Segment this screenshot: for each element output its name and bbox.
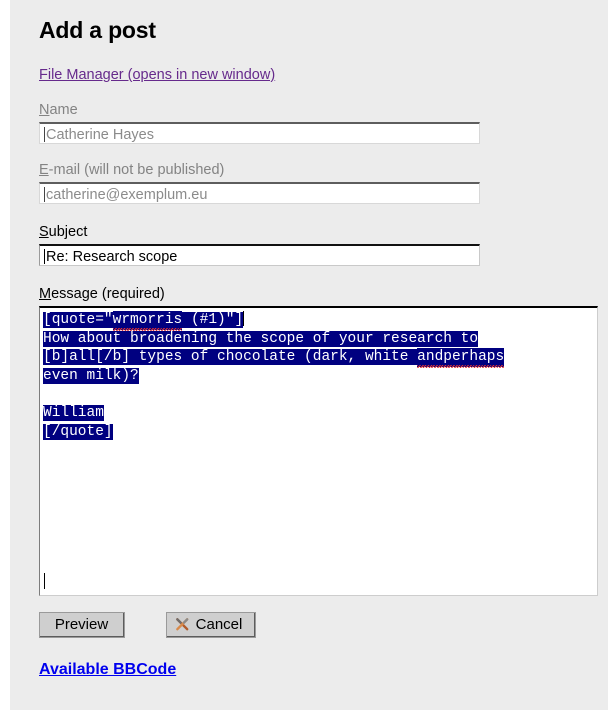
file-manager-link[interactable]: File Manager (opens in new window) xyxy=(39,67,275,83)
name-input-value: Catherine Hayes xyxy=(46,127,154,143)
message-line-1b-misspelled: wrmorris xyxy=(112,311,183,331)
email-input-value: catherine@exemplum.eu xyxy=(46,187,208,203)
subject-label-rest: ubject xyxy=(48,224,88,240)
name-label-rest: ame xyxy=(49,102,78,118)
message-line-2: How about broadening the scope of your r… xyxy=(43,330,479,347)
form-button-row: Preview Cancel xyxy=(39,612,608,640)
name-input-caret xyxy=(44,127,45,142)
message-line-1c: (#1)"] xyxy=(182,312,244,328)
message-textarea[interactable]: [quote="wrmorris (#1)"] How about broade… xyxy=(39,306,598,596)
email-label-rest: -mail (will not be published) xyxy=(48,162,225,178)
subject-label-accel: S xyxy=(39,224,49,240)
email-input-caret xyxy=(44,187,45,202)
message-label: Message (required) xyxy=(39,285,608,303)
page-title: Add a post xyxy=(39,17,156,43)
preview-button[interactable]: Preview xyxy=(39,612,125,638)
name-field-block: Name Catherine Hayes xyxy=(39,101,608,144)
cancel-button[interactable]: Cancel xyxy=(166,612,256,638)
message-line-3b-misspelled: andperhaps xyxy=(417,348,505,368)
email-label-accel: E xyxy=(39,162,49,178)
message-line-7: [/quote] xyxy=(43,423,113,440)
subject-label: Subject xyxy=(39,223,608,241)
message-line-6: William xyxy=(43,404,104,421)
message-label-accel: M xyxy=(39,286,52,302)
available-bbcode-link[interactable]: Available BBCode xyxy=(39,661,176,678)
preview-button-label: Preview xyxy=(54,616,109,633)
subject-input[interactable]: Re: Research scope xyxy=(39,244,480,266)
file-manager-row: File Manager (opens in new window) xyxy=(39,66,608,84)
message-field-block: Message (required) [quote="wrmorris (#1)… xyxy=(39,285,608,596)
crossed-tools-icon xyxy=(175,618,189,631)
left-gutter xyxy=(0,0,10,710)
message-textarea-content: [quote="wrmorris (#1)"] How about broade… xyxy=(43,311,597,441)
message-caret xyxy=(243,311,245,326)
message-line-3a: [b]all[/b] types of chocolate (dark, whi… xyxy=(43,349,418,366)
bbcode-row: Available BBCode xyxy=(39,660,608,680)
subject-field-block: Subject Re: Research scope xyxy=(39,223,608,266)
subject-input-caret xyxy=(44,249,45,264)
email-label: E-mail (will not be published) xyxy=(39,161,608,179)
message-line-4: even milk)? xyxy=(43,367,139,384)
email-field-block: E-mail (will not be published) catherine… xyxy=(39,161,608,204)
post-form-page: Add a post File Manager (opens in new wi… xyxy=(10,0,608,710)
message-textarea-bottom-caret xyxy=(44,573,45,589)
subject-input-value: Re: Research scope xyxy=(46,249,178,265)
name-label: Name xyxy=(39,101,608,119)
message-line-1a: [quote=" xyxy=(43,312,113,328)
cancel-button-label: Cancel xyxy=(195,616,243,633)
email-input[interactable]: catherine@exemplum.eu xyxy=(39,182,480,204)
name-label-accel: N xyxy=(39,102,50,118)
message-label-rest: essage (required) xyxy=(51,286,165,302)
name-input[interactable]: Catherine Hayes xyxy=(39,122,480,144)
